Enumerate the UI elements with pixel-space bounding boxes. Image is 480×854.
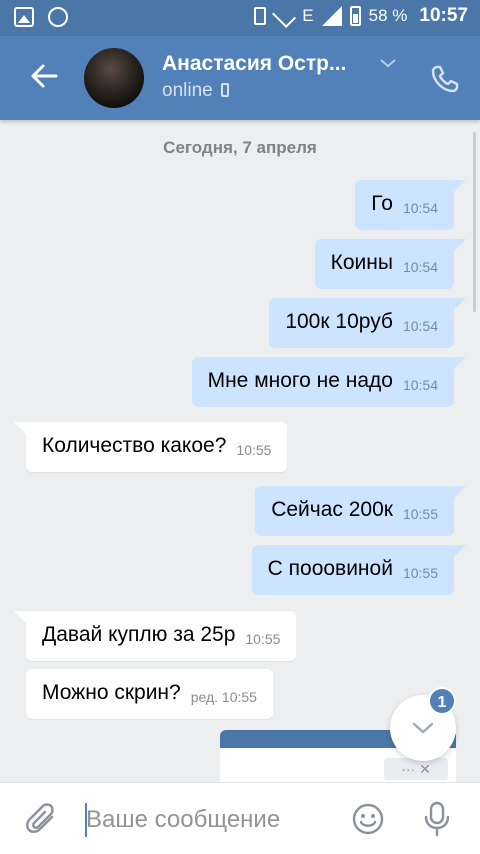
unread-count-badge: 1 (428, 687, 456, 715)
contact-status: online (162, 80, 229, 102)
status-text: online (162, 80, 213, 101)
mobile-icon (220, 83, 229, 97)
message-incoming[interactable]: Можно скрин? ред. 10:55 (26, 669, 273, 719)
message-text: Коины (330, 251, 393, 274)
message-outgoing[interactable]: Го 10:54 (355, 180, 466, 230)
message-input[interactable] (86, 803, 326, 837)
network-type: E (302, 6, 314, 25)
message-outgoing[interactable]: Коины 10:54 (314, 239, 467, 289)
message-time: 10:55 (402, 565, 438, 581)
message-outgoing[interactable]: Мне много не надо 10:54 (191, 357, 467, 407)
message-text: Можно скрин? (42, 681, 181, 704)
message-time: 10:54 (402, 318, 438, 334)
contact-name[interactable]: Анастасия Остр... (162, 52, 372, 76)
message-text: Го (371, 192, 393, 215)
vk-notification-icon (48, 7, 68, 27)
gallery-notification-icon (14, 7, 34, 27)
message-composer (0, 782, 480, 854)
avatar[interactable] (84, 48, 144, 108)
message-outgoing[interactable]: С пооовиной 10:55 (251, 545, 467, 595)
wifi-icon (272, 3, 297, 29)
scrollbar[interactable] (473, 132, 476, 312)
message-time: 10:55 (402, 506, 438, 522)
message-time: 10:54 (402, 200, 438, 216)
microphone-icon[interactable] (423, 801, 451, 837)
message-time: 10:55 (236, 442, 272, 458)
chat-header: Анастасия Остр... online (0, 36, 480, 120)
battery-percent: 58 % (368, 6, 408, 25)
vibrate-icon (254, 7, 267, 25)
date-divider: Сегодня, 7 апреля (163, 138, 317, 157)
back-arrow-icon[interactable] (28, 60, 60, 92)
message-time: ред. 10:55 (190, 689, 257, 705)
message-time: 10:54 (402, 259, 438, 275)
message-text: С пооовиной (267, 557, 393, 580)
screenshot-preview-controls: ··· ✕ (384, 758, 448, 780)
signal-icon (321, 6, 342, 26)
message-time: 10:54 (402, 377, 438, 393)
message-incoming[interactable]: Давай куплю за 25р 10:55 (13, 611, 297, 661)
chevron-down-icon (412, 722, 434, 734)
status-bar: E 58 % 10:57 (0, 0, 480, 36)
attach-icon[interactable] (26, 803, 58, 837)
phone-call-icon[interactable] (430, 64, 460, 94)
message-list[interactable]: Сегодня, 7 апреля Го 10:54 Коины 10:54 100… (0, 120, 480, 782)
message-text: Давай куплю за 25р (42, 623, 236, 646)
message-outgoing[interactable]: 100к 10руб 10:54 (269, 298, 466, 348)
message-incoming[interactable]: Количество какое? 10:55 (13, 422, 288, 472)
message-text: 100к 10руб (285, 310, 393, 333)
chevron-down-icon[interactable] (378, 56, 398, 70)
message-outgoing[interactable]: Сейчас 200к 10:55 (255, 486, 466, 536)
message-text: Сейчас 200к (271, 498, 393, 521)
message-time: 10:55 (245, 631, 281, 647)
emoji-icon[interactable] (352, 803, 384, 835)
message-text: Мне много не надо (207, 369, 393, 392)
message-text: Количество какое? (42, 434, 227, 457)
battery-icon (349, 6, 361, 26)
clock: 10:57 (419, 5, 468, 26)
